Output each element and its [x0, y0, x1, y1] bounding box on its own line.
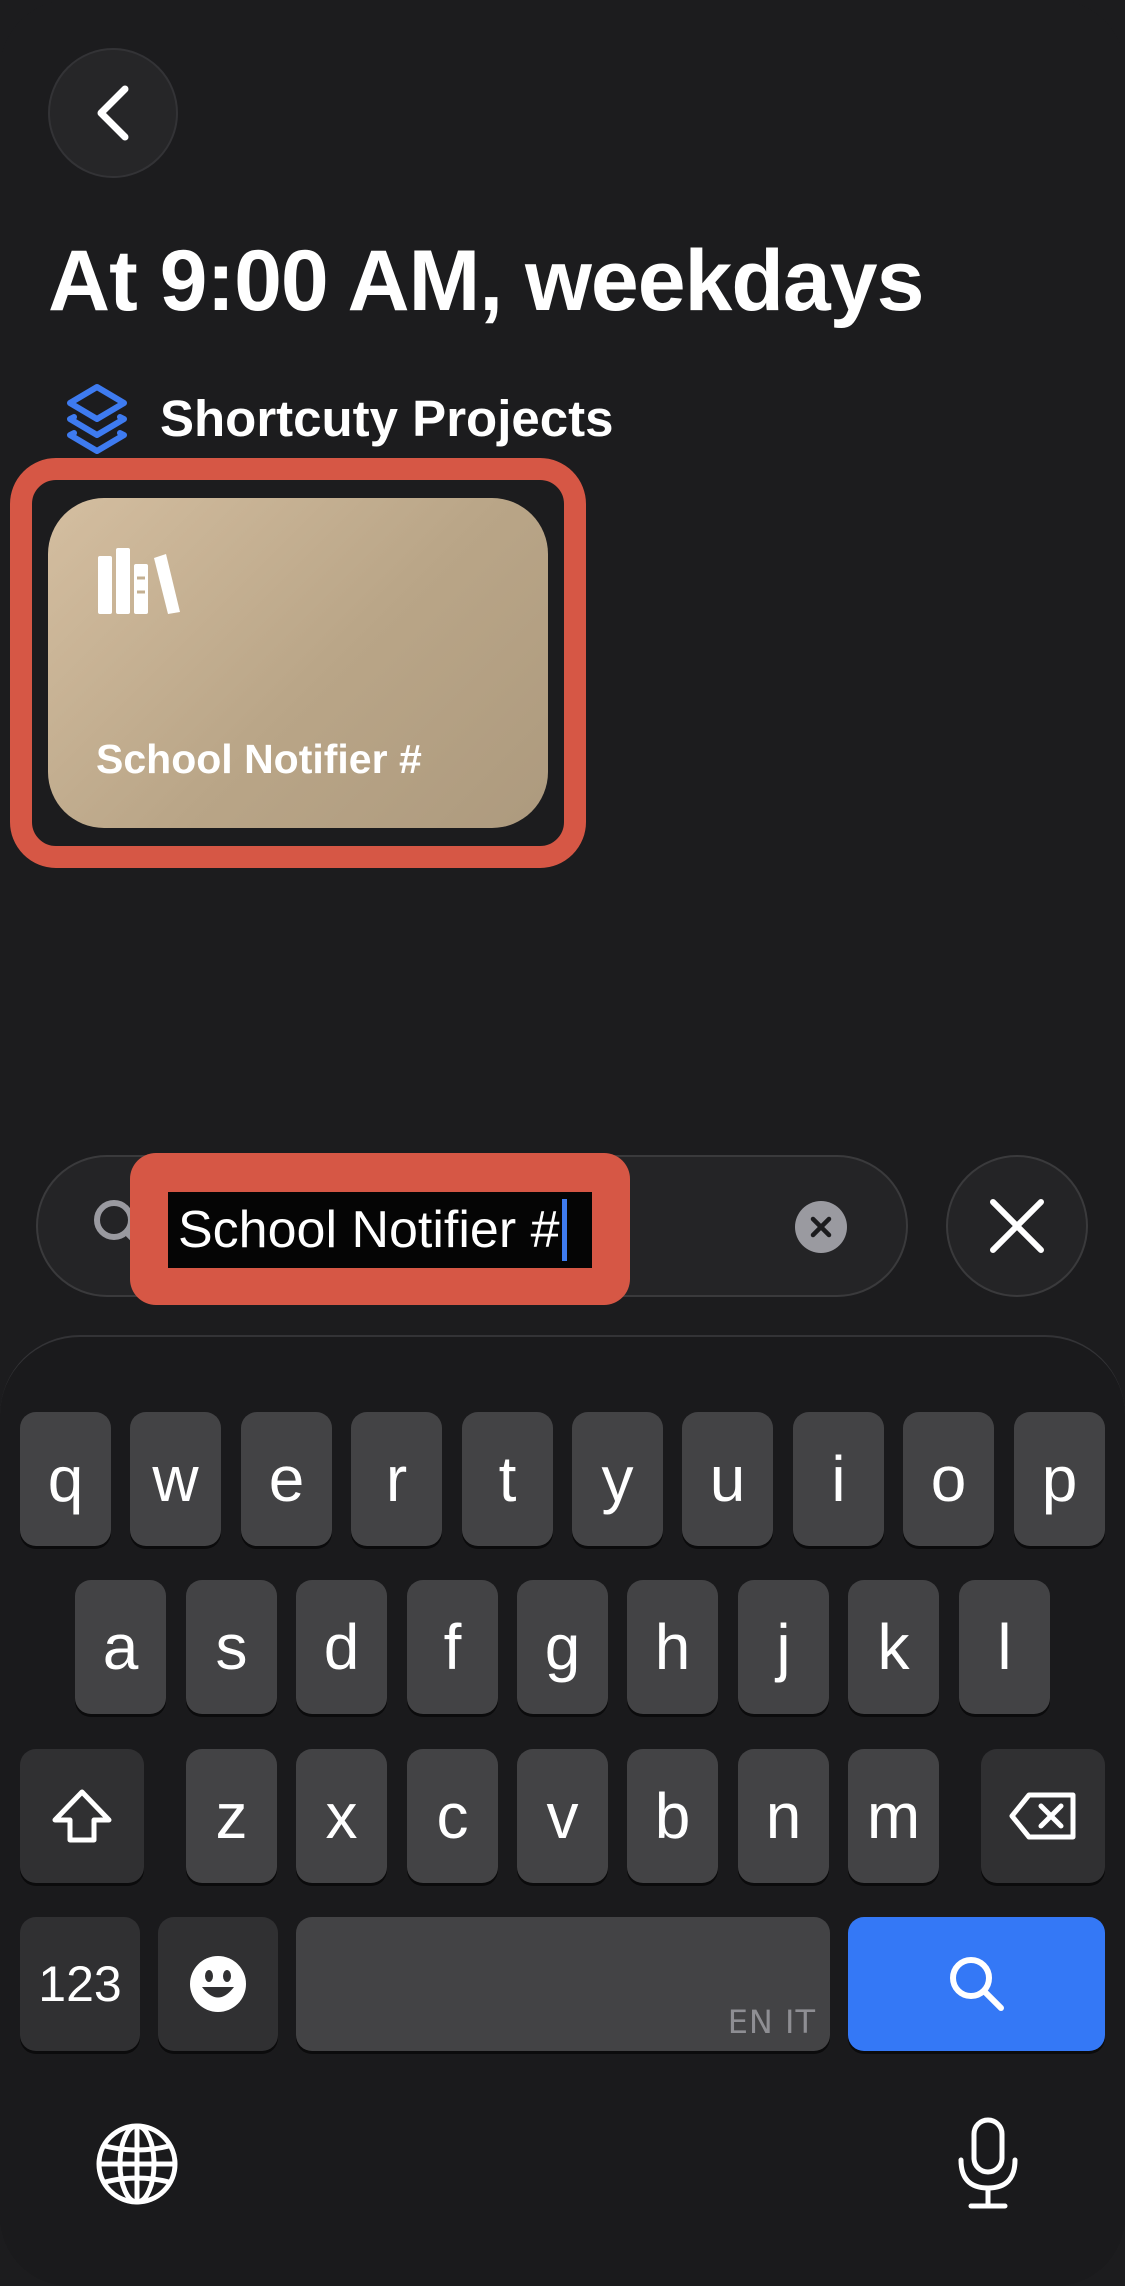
key-a[interactable]: a [75, 1580, 166, 1714]
search-icon [949, 1957, 1004, 2011]
emoji-key[interactable] [158, 1917, 278, 2051]
screen: At 9:00 AM, weekdays Shortcuty Projects … [0, 0, 1125, 2286]
globe-button[interactable] [92, 2119, 182, 2209]
clear-circle-icon [810, 1216, 832, 1238]
key-j[interactable]: j [738, 1580, 829, 1714]
search-input-value: School Notifier # [178, 1201, 560, 1259]
key-g[interactable]: g [517, 1580, 608, 1714]
key-e[interactable]: e [241, 1412, 332, 1546]
page-title: At 9:00 AM, weekdays [48, 233, 924, 329]
numbers-key[interactable]: 123 [20, 1917, 140, 2051]
space-language-label: EN IT [727, 2003, 816, 2041]
close-icon [990, 1199, 1044, 1253]
key-l[interactable]: l [959, 1580, 1050, 1714]
chevron-left-icon [97, 85, 129, 141]
key-d[interactable]: d [296, 1580, 387, 1714]
text-cursor [561, 1199, 567, 1261]
key-f[interactable]: f [407, 1580, 498, 1714]
search-key[interactable] [848, 1917, 1105, 2051]
folder-label: Shortcuty Projects [160, 389, 614, 447]
delete-backward-icon [1009, 1792, 1076, 1840]
books-icon [98, 548, 180, 614]
key-q[interactable]: q [20, 1412, 111, 1546]
key-r[interactable]: r [351, 1412, 442, 1546]
key-p[interactable]: p [1014, 1412, 1105, 1546]
key-v[interactable]: v [517, 1749, 608, 1883]
emoji-icon [190, 1956, 246, 2012]
key-n[interactable]: n [738, 1749, 829, 1883]
close-search-button[interactable] [946, 1155, 1088, 1297]
key-h[interactable]: h [627, 1580, 718, 1714]
key-c[interactable]: c [407, 1749, 498, 1883]
microphone-icon [958, 2117, 1018, 2209]
shift-key[interactable] [20, 1749, 144, 1883]
space-key[interactable]: EN IT [296, 1917, 830, 2051]
key-y[interactable]: y [572, 1412, 663, 1546]
layers-icon [67, 384, 127, 454]
key-i[interactable]: i [793, 1412, 884, 1546]
key-k[interactable]: k [848, 1580, 939, 1714]
microphone-button[interactable] [945, 2112, 1031, 2216]
key-o[interactable]: o [903, 1412, 994, 1546]
shift-icon [52, 1789, 112, 1843]
search-input[interactable]: School Notifier # [168, 1192, 592, 1268]
shortcut-card-label: School Notifier # [96, 736, 422, 782]
key-m[interactable]: m [848, 1749, 939, 1883]
key-s[interactable]: s [186, 1580, 277, 1714]
keyboard: q w e r t y u i o p a s d f g h j k l z … [0, 1335, 1125, 2286]
key-u[interactable]: u [682, 1412, 773, 1546]
delete-key[interactable] [981, 1749, 1105, 1883]
clear-search-button[interactable] [795, 1201, 847, 1253]
key-w[interactable]: w [130, 1412, 221, 1546]
folder-row[interactable]: Shortcuty Projects [62, 378, 613, 458]
key-x[interactable]: x [296, 1749, 387, 1883]
key-z[interactable]: z [186, 1749, 277, 1883]
key-t[interactable]: t [462, 1412, 553, 1546]
globe-icon [96, 2123, 178, 2205]
key-b[interactable]: b [627, 1749, 718, 1883]
back-button[interactable] [48, 48, 178, 178]
shortcut-card[interactable]: School Notifier # [48, 498, 548, 828]
